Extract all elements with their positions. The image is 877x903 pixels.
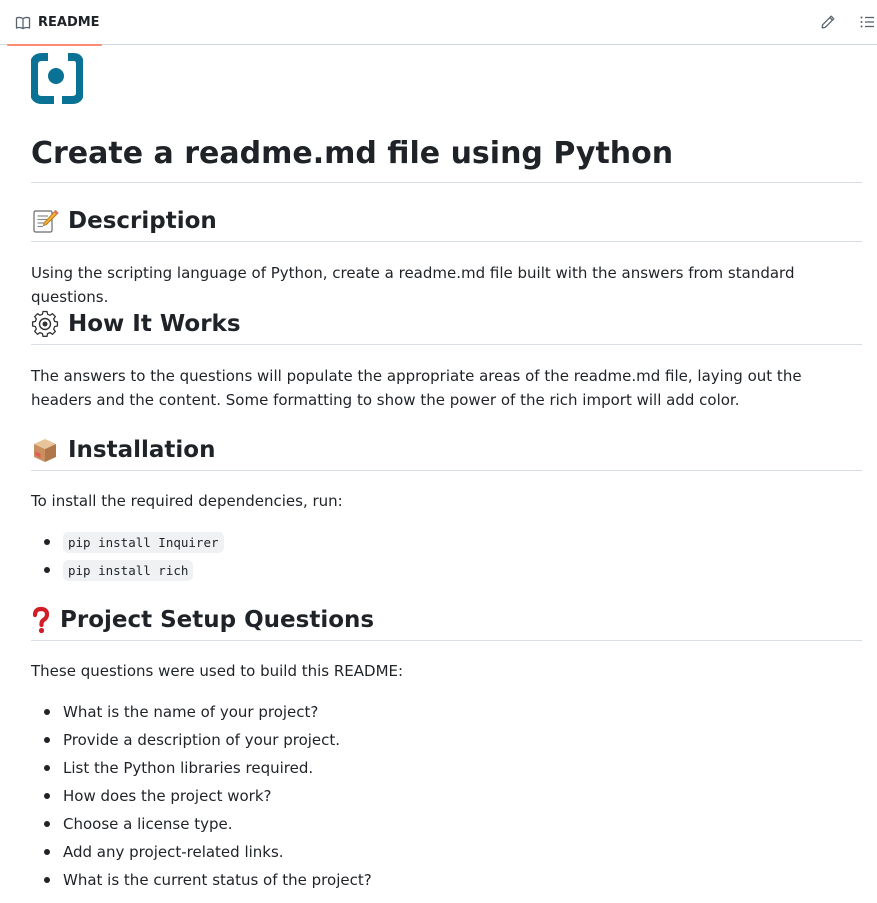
how-it-works-text: The answers to the questions will popula…	[31, 367, 802, 409]
description-heading-text: Description	[68, 208, 217, 234]
question-icon	[31, 606, 51, 634]
pencil-icon	[820, 14, 836, 30]
list-icon	[859, 14, 875, 30]
list-item: What is the current status of the projec…	[44, 866, 372, 894]
questions-text: These questions were used to build this …	[31, 662, 404, 680]
brand-logo-icon	[30, 52, 84, 104]
list-item: pip install Inquirer	[44, 528, 224, 556]
inline-code: pip install Inquirer	[63, 532, 224, 553]
gear-icon	[31, 310, 59, 338]
book-icon	[15, 15, 31, 31]
description-text: Using the scripting language of Python, …	[31, 264, 795, 306]
tab-label: README	[38, 15, 100, 30]
active-tab-indicator	[7, 44, 102, 46]
questions-heading-text: Project Setup Questions	[60, 607, 375, 633]
outline-button[interactable]	[855, 11, 877, 33]
inline-code: pip install rich	[63, 560, 194, 581]
installation-heading-text: Installation	[68, 437, 216, 463]
description-heading: Description	[31, 204, 862, 242]
installation-text: To install the required dependencies, ru…	[31, 492, 343, 510]
questions-heading: Project Setup Questions	[31, 603, 862, 641]
page-title: Create a readme.md file using Python	[31, 134, 862, 183]
file-header-bar: README	[0, 0, 877, 46]
list-item: pip install rich	[44, 556, 224, 584]
list-item: Provide a description of your project.	[44, 726, 372, 754]
package-icon	[31, 436, 59, 464]
how-it-works-heading: How It Works	[31, 307, 862, 345]
how-it-works-heading-text: How It Works	[68, 311, 241, 337]
list-item: List the Python libraries required.	[44, 754, 372, 782]
list-item: Choose a license type.	[44, 810, 372, 838]
edit-button[interactable]	[816, 11, 840, 33]
memo-icon	[31, 207, 59, 235]
installation-heading: Installation	[31, 433, 862, 471]
install-commands-list: pip install Inquirer pip install rich	[31, 528, 224, 584]
tab-readme[interactable]: README	[7, 0, 102, 46]
list-item: Add any project-related links.	[44, 838, 372, 866]
list-item: How does the project work?	[44, 782, 372, 810]
questions-list: What is the name of your project? Provid…	[31, 698, 372, 894]
list-item: What is the name of your project?	[44, 698, 372, 726]
